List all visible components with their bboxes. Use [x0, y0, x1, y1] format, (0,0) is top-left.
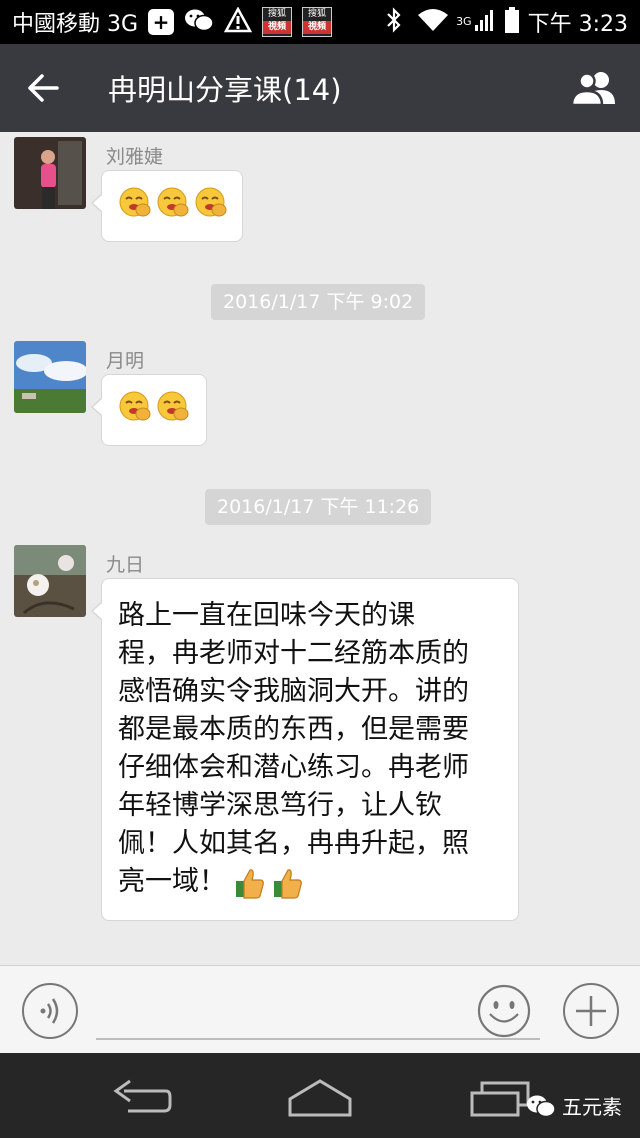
- more-button[interactable]: [563, 983, 619, 1039]
- thumbs-up-emoji-icon: [273, 866, 303, 900]
- message-bubble[interactable]: [91, 374, 207, 446]
- status-bar: 中國移動 3G + 搜狐 視頻 搜狐 視頻 3G 下午 3:23: [0, 0, 640, 44]
- message-line: 年轻博学深思笃行，让人钦: [118, 790, 442, 821]
- smiley-icon: [477, 984, 531, 1038]
- voice-icon: [40, 998, 59, 1024]
- grin-hand-emoji-icon: [156, 185, 190, 219]
- watermark: 五元素: [526, 1091, 622, 1120]
- message-line: 亮一域！: [118, 866, 226, 897]
- avatar[interactable]: [14, 137, 86, 209]
- nav-recent-icon: [470, 1081, 530, 1117]
- message-line: 程，冉老师对十二经筋本质的: [118, 638, 469, 669]
- back-arrow-icon: [28, 74, 59, 102]
- signal-icon: [474, 7, 494, 37]
- page-title: 冉明山分享课(14): [108, 73, 342, 107]
- clock: 下午 3:23: [527, 12, 628, 37]
- message-bubble[interactable]: [91, 170, 243, 242]
- grin-hand-emoji-icon: [194, 185, 228, 219]
- timestamp: 2016/1/17 下午 9:02: [211, 284, 426, 320]
- grin-hand-emoji-icon: [118, 185, 152, 219]
- message-line-last: 亮一域！: [118, 863, 506, 901]
- message-text: 路上一直在回味今天的课 程，冉老师对十二经筋本质的 感悟确实令我脑洞大开。讲的 …: [102, 579, 520, 919]
- emoji-row: [102, 375, 206, 437]
- sohu-video-icon-2: 搜狐 視頻: [302, 7, 333, 37]
- wifi-icon: [416, 7, 450, 37]
- grin-hand-emoji-icon: [118, 389, 152, 423]
- sohu-tag-bottom: 視頻: [263, 21, 292, 34]
- message-input-bar: [0, 965, 640, 1053]
- nav-recent-button[interactable]: [468, 1071, 532, 1121]
- message-input[interactable]: [96, 980, 540, 1040]
- group-members-icon: [570, 72, 615, 106]
- back-button[interactable]: [0, 44, 86, 132]
- chat-header: 冉明山分享课(14): [0, 44, 640, 132]
- sohu-tag-top: 搜狐: [268, 9, 287, 19]
- message-line: 都是最本质的东西，但是需要: [118, 714, 469, 745]
- message-line: 佩！人如其名，冉冉升起，照: [118, 828, 469, 859]
- nav-home-button[interactable]: [286, 1071, 354, 1121]
- sender-name: 月明: [106, 350, 145, 372]
- wechat-notification-icon: [184, 7, 214, 37]
- avatar[interactable]: [14, 341, 86, 413]
- system-nav-bar: 五元素: [0, 1053, 640, 1138]
- thumbs-up-emoji-icon: [235, 866, 265, 900]
- sender-name: 刘雅婕: [106, 146, 164, 168]
- nav-home-icon: [288, 1079, 352, 1117]
- watermark-text: 五元素: [562, 1095, 622, 1119]
- warning-icon: [223, 6, 253, 37]
- group-members-button[interactable]: [550, 44, 640, 132]
- message-line: 路上一直在回味今天的课: [118, 600, 415, 631]
- network-label: 3G: [456, 15, 472, 28]
- emoji-button[interactable]: [476, 983, 532, 1039]
- message-line: 仔细体会和潜心练习。冉老师: [118, 752, 469, 783]
- chat-messages[interactable]: 刘雅婕 2016/1/17 下午 9:02 月明 2016/1/17 下午 11…: [0, 132, 640, 965]
- sender-name: 九日: [106, 554, 145, 576]
- wechat-logo-icon: [527, 1095, 556, 1117]
- battery-icon: [504, 6, 520, 38]
- nav-back-icon: [113, 1079, 172, 1113]
- sohu-video-icon: 搜狐 視頻: [262, 7, 293, 37]
- message-bubble[interactable]: 路上一直在回味今天的课 程，冉老师对十二经筋本质的 感悟确实令我脑洞大开。讲的 …: [91, 578, 520, 921]
- bluetooth-icon: [384, 6, 404, 38]
- emoji-row: [102, 171, 242, 233]
- plus-icon: [576, 996, 606, 1026]
- avatar[interactable]: [14, 545, 86, 617]
- voice-input-button[interactable]: [22, 983, 78, 1039]
- timestamp: 2016/1/17 下午 11:26: [205, 489, 432, 525]
- sohu-tag-bottom: 視頻: [303, 21, 332, 34]
- carrier-label: 中國移動 3G: [12, 12, 139, 37]
- grin-hand-emoji-icon: [156, 389, 190, 423]
- plus-notification-icon: +: [148, 9, 175, 35]
- sohu-tag-top: 搜狐: [308, 9, 327, 19]
- message-line: 感悟确实令我脑洞大开。讲的: [118, 676, 469, 707]
- nav-back-button[interactable]: [110, 1071, 174, 1121]
